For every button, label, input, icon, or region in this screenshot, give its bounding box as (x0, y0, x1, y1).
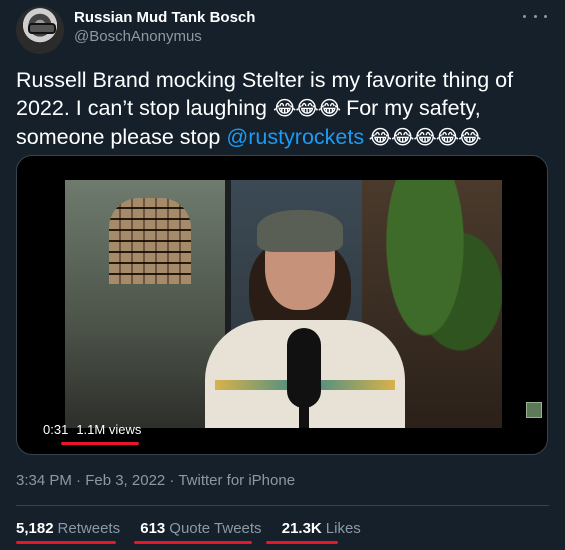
tweet-text: Russell Brand mocking Stelter is my favo… (16, 66, 536, 152)
video-thumbnail-icon (526, 402, 542, 418)
mention-link[interactable]: @rustyrockets (226, 125, 364, 149)
tweet-timestamp[interactable]: 3:34 PM · Feb 3, 2022 · (16, 472, 178, 489)
likes-label: Likes (325, 520, 361, 537)
tweet-client[interactable]: Twitter for iPhone (178, 472, 295, 489)
quote-tweets-stat[interactable]: 613 Quote Tweets (140, 520, 261, 537)
microphone-icon (287, 328, 321, 408)
more-options-icon[interactable] (523, 8, 547, 24)
retweets-count: 5,182 (16, 520, 54, 537)
video-frame (65, 180, 502, 428)
speaker (205, 210, 405, 428)
underline-annotation (16, 541, 116, 544)
quote-tweets-label: Quote Tweets (169, 520, 262, 537)
video-badge: 0:31 1.1M views (43, 422, 141, 437)
woodpile (109, 198, 191, 284)
laughing-emoji-group-1: 😂😂😂 (273, 98, 341, 120)
video-duration: 0:31 (43, 422, 69, 437)
underline-annotation (134, 541, 252, 544)
avatar-glasses (28, 23, 56, 34)
video-views: 1.1M views (76, 422, 142, 437)
laughing-emoji-group-2: 😂😂😂😂😂 (364, 127, 482, 149)
underline-annotation (61, 442, 139, 445)
divider (16, 505, 549, 506)
author-name[interactable]: Russian Mud Tank Bosch (74, 9, 255, 26)
likes-stat[interactable]: 21.3K Likes (282, 520, 361, 537)
tweet-stats: 5,182 Retweets 613 Quote Tweets 21.3K Likes (16, 520, 377, 537)
retweets-stat[interactable]: 5,182 Retweets (16, 520, 120, 537)
quote-tweets-count: 613 (140, 520, 166, 537)
author-handle[interactable]: @BoschAnonymus (74, 28, 202, 45)
retweets-label: Retweets (57, 520, 121, 537)
avatar[interactable] (16, 6, 64, 54)
tweet-meta: 3:34 PM · Feb 3, 2022 · Twitter for iPho… (16, 472, 295, 489)
underline-annotation (266, 541, 338, 544)
likes-count: 21.3K (281, 520, 322, 537)
video-player[interactable]: 0:31 1.1M views (16, 155, 548, 455)
